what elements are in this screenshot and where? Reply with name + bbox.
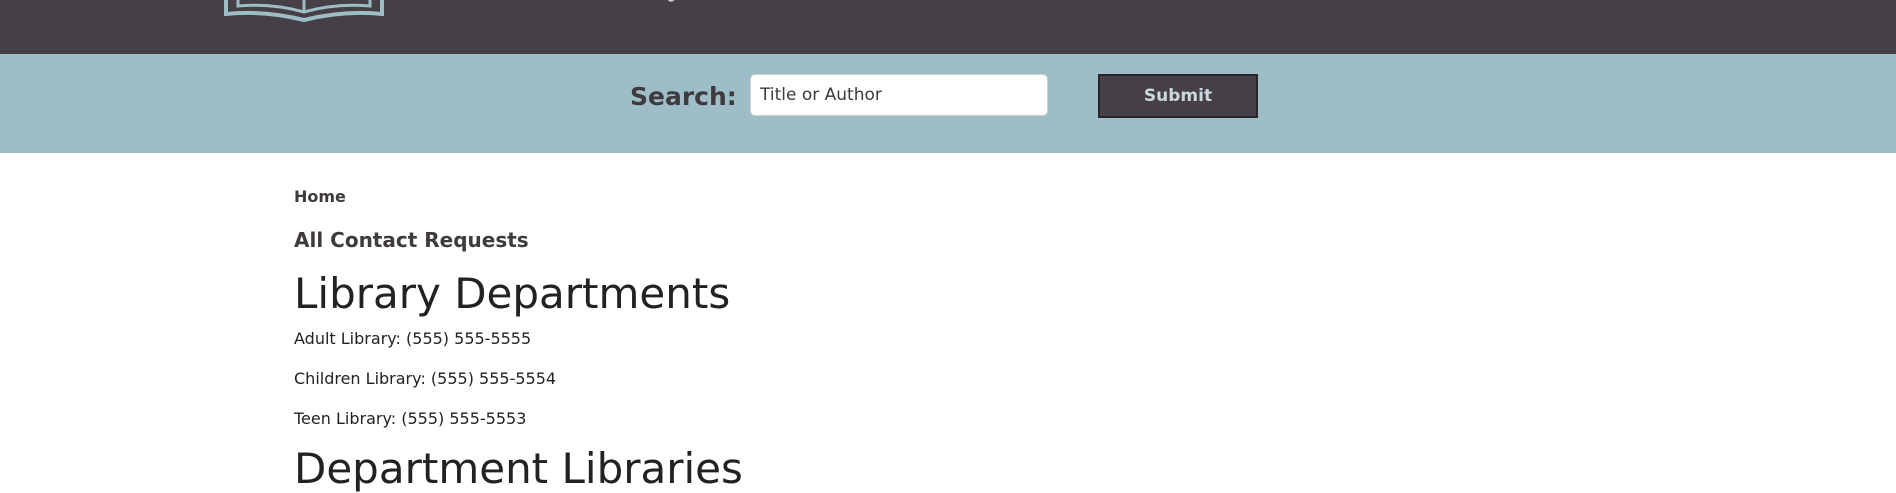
submit-button[interactable]: Submit: [1098, 74, 1258, 118]
section-heading-department-libraries: Department Libraries: [294, 444, 743, 493]
department-item-teen: Teen Library: (555) 555-5553: [294, 409, 527, 428]
site-header: [0, 0, 1896, 54]
department-item-adult: Adult Library: (555) 555-5555: [294, 329, 532, 348]
all-contact-requests-link[interactable]: All Contact Requests: [294, 228, 529, 252]
search-bar: Search: Submit: [0, 54, 1896, 153]
department-item-children: Children Library: (555) 555-5554: [294, 369, 557, 388]
search-label: Search:: [630, 82, 737, 111]
breadcrumb-home-link[interactable]: Home: [294, 187, 346, 206]
search-input[interactable]: [750, 74, 1048, 116]
page-title: Library Departments: [294, 269, 731, 318]
open-book-icon[interactable]: [222, 0, 386, 22]
header-text-fragment: [667, 0, 675, 2]
